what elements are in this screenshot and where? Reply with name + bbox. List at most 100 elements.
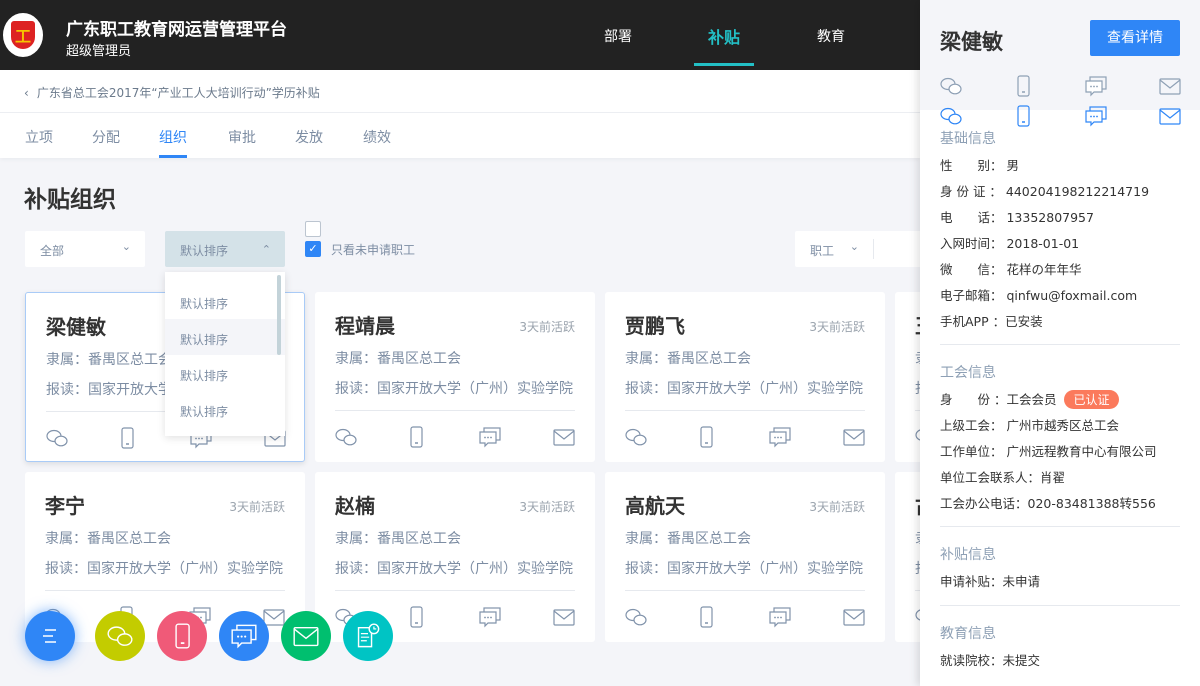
union-info-row: 单位工会联系人：肖翟 bbox=[940, 470, 1066, 485]
member-org: 隶属：番禺区总工会 bbox=[625, 351, 751, 367]
divider bbox=[625, 590, 865, 591]
tab-bar: 立项 分配 组织 审批 发放 绩效 bbox=[0, 113, 920, 158]
logo: 工 bbox=[3, 13, 43, 57]
chevron-down-icon: ⌄ bbox=[849, 240, 859, 253]
divider bbox=[335, 590, 575, 591]
divider bbox=[873, 239, 874, 259]
nav-deploy[interactable]: 部署 bbox=[604, 26, 632, 46]
mail-icon[interactable] bbox=[553, 426, 575, 448]
sort-option[interactable]: 默认排序 bbox=[165, 355, 285, 391]
wechat-icon[interactable] bbox=[625, 426, 647, 448]
app-title: 广东职工教育网运营管理平台 bbox=[66, 20, 287, 40]
breadcrumb: ‹ 广东省总工会2017年“产业工人大培训行动”学历补贴 bbox=[0, 70, 920, 113]
nav-education[interactable]: 教育 bbox=[817, 26, 845, 46]
member-name: 高航天 bbox=[625, 494, 685, 518]
phone-fab[interactable] bbox=[157, 611, 207, 661]
chevron-down-icon: ⌄ bbox=[121, 240, 131, 253]
only-unapplied-checkbox[interactable]: ✓ bbox=[305, 241, 321, 257]
mail-icon[interactable] bbox=[1159, 105, 1181, 127]
phone-icon[interactable] bbox=[1012, 75, 1034, 97]
phone-icon[interactable] bbox=[695, 606, 717, 628]
union-info-row: 工作单位： 广州远程教育中心有限公司 bbox=[940, 444, 1157, 459]
message-icon bbox=[231, 624, 257, 649]
chevron-up-icon: ⌃ bbox=[261, 243, 271, 256]
back-chevron-icon[interactable]: ‹ bbox=[24, 86, 29, 100]
basic-info-title: 基础信息 bbox=[940, 131, 996, 147]
mail-fab[interactable] bbox=[281, 611, 331, 661]
tab-performance[interactable]: 绩效 bbox=[363, 127, 391, 147]
mail-icon[interactable] bbox=[843, 606, 865, 628]
basic-info-row: 电 话： 13352807957 bbox=[940, 210, 1094, 225]
sort-option[interactable]: 默认排序 bbox=[165, 319, 285, 355]
member-school: 报读：国家开放大学（广州）实验学院 bbox=[335, 381, 573, 397]
checkbox-empty[interactable] bbox=[305, 221, 321, 237]
union-info-title: 工会信息 bbox=[940, 365, 996, 381]
view-details-button[interactable]: 查看详情 bbox=[1090, 20, 1180, 56]
member-card[interactable]: 程靖晨 3天前活跃 隶属：番禺区总工会 报读：国家开放大学（广州）实验学院 bbox=[315, 292, 595, 462]
tab-issue[interactable]: 发放 bbox=[295, 127, 323, 147]
divider bbox=[940, 344, 1180, 345]
phone-icon[interactable] bbox=[1012, 105, 1034, 127]
tab-approve[interactable]: 审批 bbox=[228, 127, 256, 147]
sort-select[interactable]: 默认排序 ⌃ bbox=[165, 231, 285, 267]
wechat-icon[interactable] bbox=[46, 427, 68, 449]
mail-icon[interactable] bbox=[1159, 75, 1181, 97]
phone-icon[interactable] bbox=[695, 426, 717, 448]
tab-active-indicator bbox=[159, 155, 187, 158]
tab-organize[interactable]: 组织 bbox=[159, 127, 187, 147]
member-card[interactable]: 贾鹏飞 3天前活跃 隶属：番禺区总工会 报读：国家开放大学（广州）实验学院 bbox=[605, 292, 885, 462]
sort-option[interactable]: 默认排序 bbox=[165, 283, 285, 319]
tab-project[interactable]: 立项 bbox=[25, 127, 53, 147]
last-active: 3天前活跃 bbox=[519, 500, 575, 514]
wechat-icon[interactable] bbox=[625, 606, 647, 628]
only-unapplied-label: 只看未申请职工 bbox=[331, 243, 416, 257]
message-icon[interactable] bbox=[1085, 105, 1107, 127]
wechat-icon bbox=[107, 626, 133, 646]
wechat-icon[interactable] bbox=[940, 105, 962, 127]
message-icon[interactable] bbox=[769, 426, 791, 448]
member-org: 隶属：番禺区总工会 bbox=[45, 531, 171, 547]
breadcrumb-text[interactable]: 广东省总工会2017年“产业工人大培训行动”学历补贴 bbox=[37, 86, 320, 100]
divider bbox=[625, 410, 865, 411]
tab-allocate[interactable]: 分配 bbox=[92, 127, 120, 147]
message-icon[interactable] bbox=[1085, 75, 1107, 97]
message-icon[interactable] bbox=[479, 606, 501, 628]
sort-option[interactable]: 默认排序 bbox=[165, 391, 285, 427]
scope-select[interactable]: 全部 ⌄ bbox=[25, 231, 145, 267]
phone-icon[interactable] bbox=[116, 427, 138, 449]
member-detail-panel: 梁健敏 查看详情 基础信息 性 别： 男身 份 证 ： 440204198212… bbox=[920, 0, 1200, 686]
wechat-icon[interactable] bbox=[940, 75, 962, 97]
education-info-title: 教育信息 bbox=[940, 626, 996, 642]
phone-icon[interactable] bbox=[405, 606, 427, 628]
member-org: 隶属：番禺区总工会 bbox=[46, 352, 172, 368]
member-card[interactable]: 高航天 3天前活跃 隶属：番禺区总工会 报读：国家开放大学（广州）实验学院 bbox=[605, 472, 885, 642]
wechat-icon[interactable] bbox=[335, 426, 357, 448]
mail-icon[interactable] bbox=[843, 426, 865, 448]
identity-row: 身 份 ：工会会员 已认证 bbox=[940, 389, 1119, 409]
mail-icon bbox=[293, 627, 319, 647]
message-fab[interactable] bbox=[219, 611, 269, 661]
message-icon[interactable] bbox=[479, 426, 501, 448]
nav-active-indicator bbox=[694, 63, 754, 66]
dropdown-scrollbar[interactable] bbox=[277, 275, 281, 355]
union-info-row: 上级工会： 广州市越秀区总工会 bbox=[940, 418, 1119, 433]
member-school: 报读：国家开放大学（广州）实验学院 bbox=[335, 561, 573, 577]
record-fab[interactable] bbox=[343, 611, 393, 661]
basic-info-row: 电子邮箱： qinfwu@foxmail.com bbox=[940, 288, 1138, 303]
phone-icon[interactable] bbox=[405, 426, 427, 448]
member-name: 李宁 bbox=[45, 494, 85, 518]
last-active: 3天前活跃 bbox=[229, 500, 285, 514]
mail-icon[interactable] bbox=[553, 606, 575, 628]
menu-fab[interactable] bbox=[25, 611, 75, 661]
wechat-fab[interactable] bbox=[95, 611, 145, 661]
type-select[interactable]: 职工 ⌄ bbox=[795, 231, 935, 267]
last-active: 3天前活跃 bbox=[809, 320, 865, 334]
message-icon[interactable] bbox=[769, 606, 791, 628]
phone-icon bbox=[175, 623, 190, 649]
nav-subsidy[interactable]: 补贴 bbox=[708, 24, 740, 48]
divider bbox=[940, 526, 1180, 527]
sort-value: 默认排序 bbox=[180, 244, 229, 258]
document-clock-icon bbox=[357, 623, 380, 648]
basic-info-row: 微 信： 花样の年年华 bbox=[940, 262, 1082, 277]
basic-info-row: 入网时间： 2018-01-01 bbox=[940, 236, 1080, 251]
